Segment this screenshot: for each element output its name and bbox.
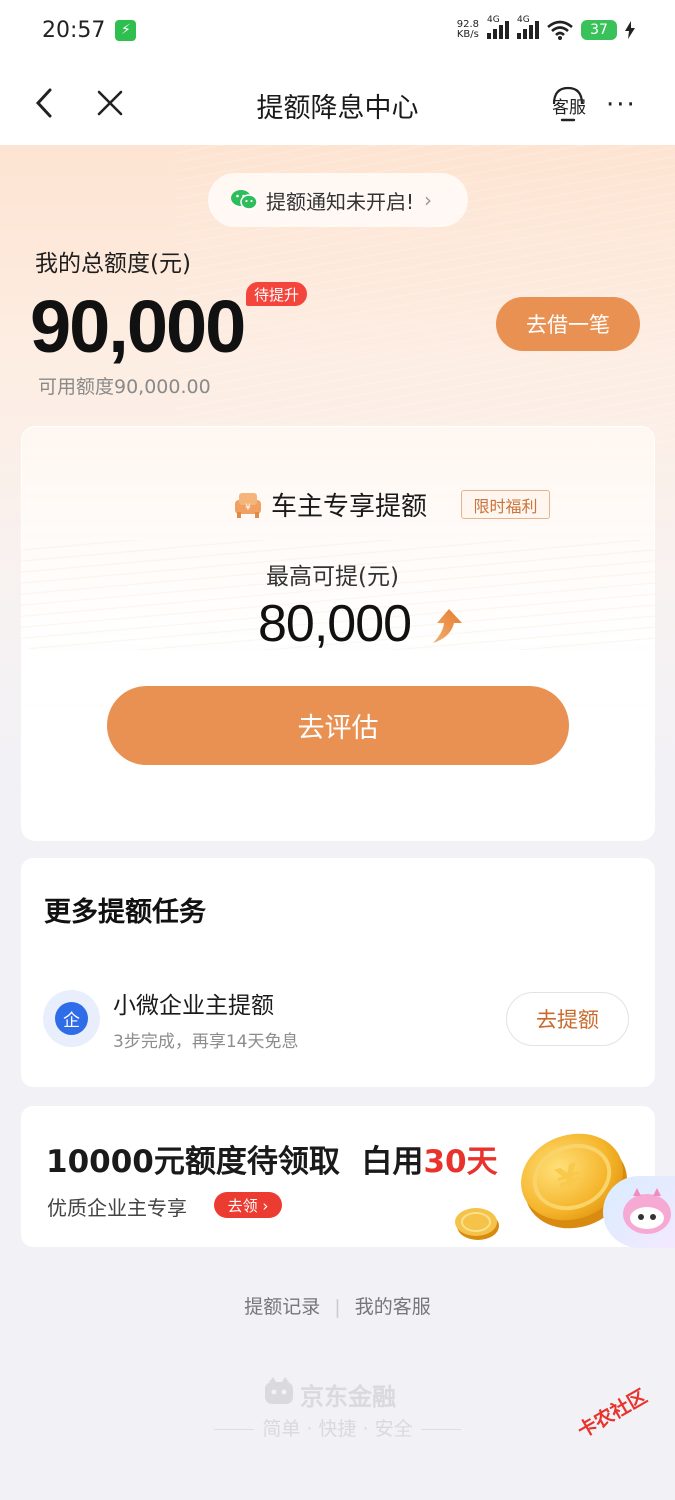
- borrow-button[interactable]: 去借一笔: [496, 297, 640, 351]
- wechat-icon: [231, 190, 258, 210]
- status-time: 20:57: [42, 17, 106, 43]
- more-tasks-title: 更多提额任务: [44, 897, 206, 928]
- arrow-up-icon: [433, 609, 462, 643]
- status-indicators: 92.8 KB/s 4G 4G 37: [457, 15, 635, 40]
- limited-offer-tag: 限时福利: [461, 490, 550, 519]
- jd-finance-logo-icon: [265, 1377, 293, 1404]
- claim-button[interactable]: 去领 ›: [214, 1192, 282, 1218]
- car-seat-icon: ¥: [235, 493, 261, 518]
- network-speed-unit: KB/s: [456, 29, 479, 40]
- signal-type-label: 4G: [487, 15, 500, 25]
- total-limit-amount: 90,000: [30, 285, 246, 368]
- customer-service-label[interactable]: 客服: [552, 93, 586, 118]
- svg-text:¥: ¥: [245, 503, 251, 513]
- raise-limit-button[interactable]: 去提额: [506, 992, 629, 1046]
- slogan-divider-left: [214, 1429, 255, 1430]
- charging-app-icon: ⚡: [115, 19, 137, 41]
- pending-raise-badge: 待提升: [246, 282, 308, 306]
- task-name: 小微企业主提额: [113, 993, 274, 1019]
- slogan-divider-right: [420, 1429, 461, 1430]
- signal-icon: 4G: [487, 15, 509, 39]
- brand-name: 京东金融: [300, 1383, 396, 1411]
- promo-subtitle: 优质企业主专享: [47, 1196, 187, 1220]
- enterprise-icon: 企: [55, 1002, 88, 1035]
- total-limit-label: 我的总额度(元): [35, 251, 191, 277]
- footer-separator: |: [334, 1296, 341, 1318]
- charging-bolt-icon: [625, 21, 635, 39]
- task-description: 3步完成，再享14天免息: [113, 1032, 299, 1052]
- notification-pill[interactable]: 提额通知未开启! ›: [208, 173, 468, 227]
- notification-text: 提额通知未开启!: [266, 189, 415, 214]
- max-raise-amount: 80,000: [258, 595, 412, 653]
- signal-type-label-2: 4G: [517, 15, 530, 25]
- available-limit-text: 可用额度90,000.00: [38, 376, 211, 398]
- brand-slogan-text: 简单 · 快捷 · 安全: [262, 1418, 413, 1440]
- nav-bar: 提额降息中心 客服 ···: [0, 60, 675, 145]
- footer-link-records[interactable]: 提额记录: [244, 1292, 320, 1319]
- status-time-group: 20:57 ⚡: [42, 17, 137, 43]
- chevron-right-icon: ›: [424, 188, 433, 212]
- small-coin-icon: [455, 1208, 499, 1240]
- promo-headline-text: 10000元额度待领取 白用: [46, 1144, 424, 1180]
- footer-links: 提额记录 | 我的客服: [0, 1292, 675, 1319]
- wifi-icon: [547, 20, 573, 40]
- max-raise-label: 最高可提(元): [266, 564, 399, 590]
- evaluate-button[interactable]: 去评估: [107, 686, 569, 765]
- more-icon[interactable]: ···: [606, 90, 637, 120]
- footer-link-service[interactable]: 我的客服: [355, 1292, 431, 1319]
- status-bar: 20:57 ⚡ 92.8 KB/s 4G 4G 37: [0, 0, 675, 60]
- network-speed: 92.8 KB/s: [457, 20, 479, 40]
- floating-assistant-icon[interactable]: [603, 1176, 675, 1248]
- assistant-mascot-icon: [623, 1188, 671, 1234]
- signal-icon-2: 4G: [517, 15, 539, 39]
- promo-highlight: 30天: [423, 1144, 498, 1180]
- promo-headline: 10000元额度待领取 白用30天: [46, 1136, 498, 1181]
- car-card-title: 车主专享提额: [271, 492, 428, 522]
- battery-icon: 37: [581, 20, 617, 40]
